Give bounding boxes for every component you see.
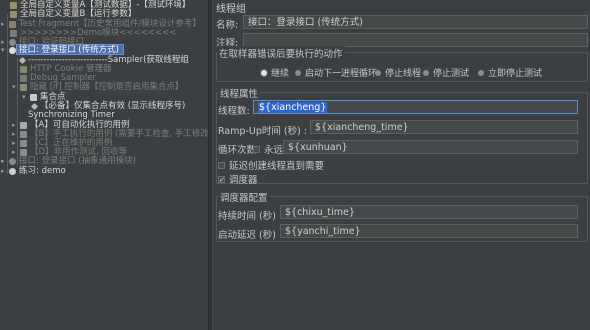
tree-item-login-api[interactable]: ▾ 接口: 登录接口 (传统方式)	[1, 45, 119, 55]
rampup-label: Ramp-Up时间 (秒) :	[218, 126, 308, 137]
radio-icon	[295, 69, 301, 76]
scheduler-checkbox[interactable]: ✓ 调度器	[218, 172, 258, 186]
name-label: 名称:	[216, 20, 239, 31]
collapse-arrow-icon[interactable]: ▾	[22, 92, 29, 102]
tree-item-global-vars-b[interactable]: 全局自定义变量B【运行参数】	[10, 9, 136, 19]
collapse-arrow-icon[interactable]: ▾	[12, 82, 19, 92]
startup-delay-field[interactable]: ${yanchi_time}	[280, 224, 578, 238]
expand-arrow-icon[interactable]: ▸	[1, 19, 8, 29]
checkbox-checked-icon: ✓	[218, 175, 225, 184]
duration-label: 持续时间 (秒)	[218, 211, 276, 222]
threads-label: 线程数:	[218, 106, 250, 117]
tree-item-if-controller[interactable]: ▾ 隐藏 [if] 控制器【控制是否启用集合点】	[12, 82, 183, 92]
loops-field[interactable]: ${xunhuan}	[283, 140, 578, 154]
radio-stop-thread[interactable]: 停止线程	[375, 66, 421, 79]
error-action-group-title: 在取样器错误后要执行的动作	[217, 46, 345, 60]
expand-arrow-icon[interactable]: ▸	[1, 156, 8, 166]
radio-continue[interactable]: 继续	[261, 66, 289, 79]
pencil-icon	[30, 102, 39, 110]
fragment-icon	[9, 20, 16, 28]
name-field[interactable]: 接口：登录接口 (传统方式)	[243, 15, 588, 29]
tree-item-login-abstract[interactable]: ▸ 接口: 登录接口 (抽象通用模块)	[1, 156, 136, 166]
controller-icon	[20, 83, 27, 91]
checkbox-icon	[218, 161, 225, 169]
duration-field[interactable]: ${chixu_time}	[280, 205, 578, 219]
radio-icon	[423, 69, 429, 76]
expand-arrow-icon[interactable]: ▸	[1, 166, 8, 176]
radio-selected-icon	[261, 69, 267, 76]
config-element-icon	[20, 65, 27, 73]
sampler-icon	[20, 74, 27, 82]
radio-icon	[478, 69, 484, 76]
checkbox-icon	[253, 145, 260, 153]
thread-group-panel: 线程组 名称: 接口：登录接口 (传统方式) 注释: 在取样器错误后要执行的动作…	[213, 0, 590, 330]
test-plan-tree[interactable]: 全局自定义变量A【测试数据】-【测试环境】 全局自定义变量B【运行参数】 ▸ T…	[0, 0, 208, 330]
thread-group-icon	[9, 167, 16, 175]
tree-item-practice-demo[interactable]: ▸ 练习: demo	[1, 166, 66, 176]
thread-group-icon	[9, 157, 16, 165]
rampup-field[interactable]: ${xiancheng_time}	[310, 120, 578, 134]
thread-properties-title: 线程属性	[218, 86, 261, 100]
radio-stop-test-now[interactable]: 立即停止测试	[478, 66, 542, 79]
sampler-icon	[10, 29, 17, 37]
delay-creation-checkbox[interactable]: 延迟创建线程直到需要	[218, 158, 324, 172]
forever-checkbox[interactable]: 永远	[253, 142, 283, 156]
startup-delay-label: 启动延迟 (秒)	[218, 230, 276, 241]
radio-icon	[375, 69, 381, 76]
controller-icon	[20, 139, 27, 147]
pencil-icon	[18, 56, 27, 64]
controller-icon	[20, 148, 27, 156]
radio-stop-test[interactable]: 停止测试	[423, 66, 469, 79]
radio-start-next-loop[interactable]: 启动下一进程循环	[295, 66, 377, 79]
controller-icon	[20, 121, 27, 129]
threads-field[interactable]: ${xiancheng}	[253, 100, 578, 114]
panel-title: 线程组	[216, 4, 246, 15]
collapse-arrow-icon[interactable]: ▾	[1, 45, 8, 55]
thread-group-icon	[9, 46, 16, 54]
comment-field[interactable]	[243, 33, 588, 47]
tree-item-sync-timer[interactable]: Synchronizing Timer	[28, 110, 115, 120]
controller-icon	[20, 130, 27, 138]
config-element-icon	[10, 1, 17, 9]
loops-label: 循环次数	[218, 145, 257, 156]
scheduler-config-title: 调度器配置	[218, 190, 270, 204]
config-element-icon	[10, 10, 17, 18]
timer-icon	[30, 93, 37, 101]
